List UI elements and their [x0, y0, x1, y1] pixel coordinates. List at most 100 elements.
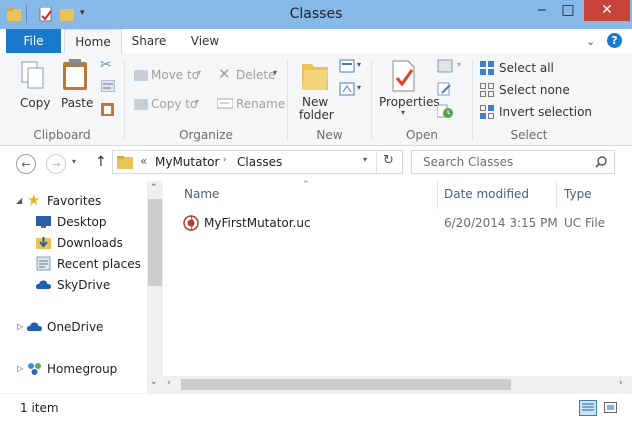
column-header-date-modified[interactable]: Date modified [444, 187, 529, 201]
new-folder-button-line2[interactable]: folder [299, 108, 334, 122]
rename-button[interactable]: Rename [236, 97, 285, 111]
properties-button[interactable]: Properties [379, 95, 440, 109]
scroll-left-icon[interactable]: ‹ [167, 378, 171, 388]
cloud-icon [27, 322, 42, 331]
paste-button[interactable]: Paste [61, 96, 93, 110]
tab-share[interactable]: Share [128, 29, 170, 53]
tab-file[interactable]: File [6, 29, 61, 53]
select-all-button[interactable]: Select all [499, 61, 554, 75]
chevron-down-icon: ▾ [401, 108, 406, 117]
sort-indicator-icon: ⌃ [302, 180, 310, 190]
column-header-name[interactable]: Name [184, 187, 219, 201]
expander-icon[interactable]: ◢ [16, 196, 22, 205]
navpane-scrollbar[interactable]: ⌃ ⌄ [147, 181, 163, 393]
tab-home[interactable]: Home [64, 29, 122, 55]
nav-item-homegroup[interactable]: ▷ Homegroup [0, 359, 145, 379]
separator [124, 59, 125, 139]
invert-selection-button[interactable]: Invert selection [499, 105, 592, 119]
horizontal-scrollbar[interactable]: ‹ › [163, 376, 632, 393]
properties-icon [392, 60, 415, 92]
cut-icon[interactable]: ✂ [100, 57, 112, 73]
title-bar: ▾ Classes ‒ □ ✕ [0, 0, 632, 29]
move-to-icon [134, 70, 148, 81]
minimize-button[interactable]: ‒ [529, 0, 555, 21]
move-to-button[interactable]: Move to [151, 68, 199, 82]
recent-locations-icon[interactable]: ▾ [72, 157, 76, 166]
history-icon[interactable] [437, 103, 453, 118]
separator [472, 59, 473, 139]
navigation-bar: ← → ▾ ↑ « MyMutator › Classes ▾ ↻ [0, 146, 632, 181]
nav-item-label: SkyDrive [57, 278, 111, 292]
expander-icon[interactable]: ▷ [17, 364, 23, 373]
refresh-icon[interactable]: ↻ [383, 153, 394, 168]
chevron-down-icon[interactable]: ⌄ [586, 35, 595, 48]
nav-item-downloads[interactable]: Downloads [0, 233, 145, 253]
ribbon: Copy Paste ✂ Clipboard Move to ▾ Copy to… [0, 53, 632, 146]
nav-item-favorites[interactable]: ◢ ★ Favorites [0, 191, 145, 211]
separator [556, 181, 557, 209]
address-bar[interactable]: « MyMutator › Classes ▾ ↻ [112, 150, 403, 174]
chevron-down-icon: ▾ [357, 83, 362, 92]
help-icon[interactable]: ? [607, 33, 622, 48]
nav-item-label: Recent places [57, 257, 141, 271]
file-type: UC File [564, 216, 606, 230]
item-count: 1 item [20, 401, 59, 415]
desktop-icon [36, 216, 51, 228]
details-view-button[interactable] [579, 400, 597, 416]
search-box[interactable] [411, 150, 615, 174]
file-name[interactable]: MyFirstMutator.uc [204, 216, 311, 230]
group-label-new: New [316, 128, 343, 142]
select-all-icon [480, 61, 494, 75]
large-icons-view-icon [604, 402, 617, 413]
scrollbar-thumb[interactable] [181, 379, 511, 390]
copy-to-icon [134, 99, 148, 110]
table-row[interactable]: MyFirstMutator.uc 6/20/2014 3:15 PM UC F… [163, 212, 632, 234]
invert-selection-icon [480, 105, 494, 119]
up-button[interactable]: ↑ [95, 154, 107, 170]
chevron-down-icon[interactable]: ▾ [363, 155, 367, 164]
copy-to-button[interactable]: Copy to [151, 97, 197, 111]
nav-item-label: Downloads [57, 236, 123, 250]
separator [437, 181, 438, 209]
chevron-down-icon: ▾ [197, 68, 202, 77]
breadcrumb-overflow[interactable]: « [140, 154, 147, 168]
new-item-icon[interactable] [339, 59, 355, 73]
close-button[interactable]: ✕ [584, 0, 630, 21]
search-icon[interactable] [595, 156, 607, 168]
copy-button[interactable]: Copy [20, 96, 50, 110]
expander-icon[interactable]: ▷ [17, 322, 23, 331]
maximize-button[interactable]: □ [555, 0, 581, 21]
nav-item-recent-places[interactable]: Recent places [0, 254, 145, 274]
recent-places-icon [36, 256, 51, 271]
nav-item-onedrive[interactable]: ▷ OneDrive [0, 317, 145, 337]
edit-icon[interactable] [437, 82, 452, 96]
new-folder-button-line1[interactable]: New [302, 95, 328, 109]
back-button[interactable]: ← [16, 154, 36, 174]
nav-item-skydrive[interactable]: SkyDrive [0, 275, 145, 295]
paste-shortcut-icon[interactable] [101, 102, 114, 116]
scroll-right-icon[interactable]: › [619, 378, 623, 388]
open-icon[interactable] [437, 59, 453, 73]
easy-access-icon[interactable] [339, 82, 355, 96]
new-folder-icon [302, 64, 328, 90]
search-input[interactable] [421, 154, 595, 170]
breadcrumb-item[interactable]: Classes [237, 155, 282, 169]
select-none-button[interactable]: Select none [499, 83, 570, 97]
copy-path-icon[interactable] [101, 80, 115, 92]
group-label-organize: Organize [179, 128, 233, 142]
scroll-up-icon[interactable]: ⌃ [150, 183, 158, 193]
select-none-icon [480, 83, 494, 97]
nav-item-desktop[interactable]: Desktop [0, 212, 145, 232]
scrollbar-thumb[interactable] [148, 199, 162, 286]
scroll-down-icon[interactable]: ⌄ [150, 377, 158, 387]
forward-button[interactable]: → [46, 154, 66, 174]
tab-view[interactable]: View [184, 29, 226, 53]
delete-button[interactable]: Delete [236, 68, 275, 82]
breadcrumb-item[interactable]: MyMutator [155, 155, 219, 169]
large-icons-view-button[interactable] [602, 400, 620, 416]
nav-item-label: Favorites [47, 194, 102, 208]
group-label-clipboard: Clipboard [33, 128, 91, 142]
status-bar: 1 item [0, 393, 632, 424]
chevron-right-icon[interactable]: › [223, 155, 227, 165]
column-header-type[interactable]: Type [564, 187, 592, 201]
